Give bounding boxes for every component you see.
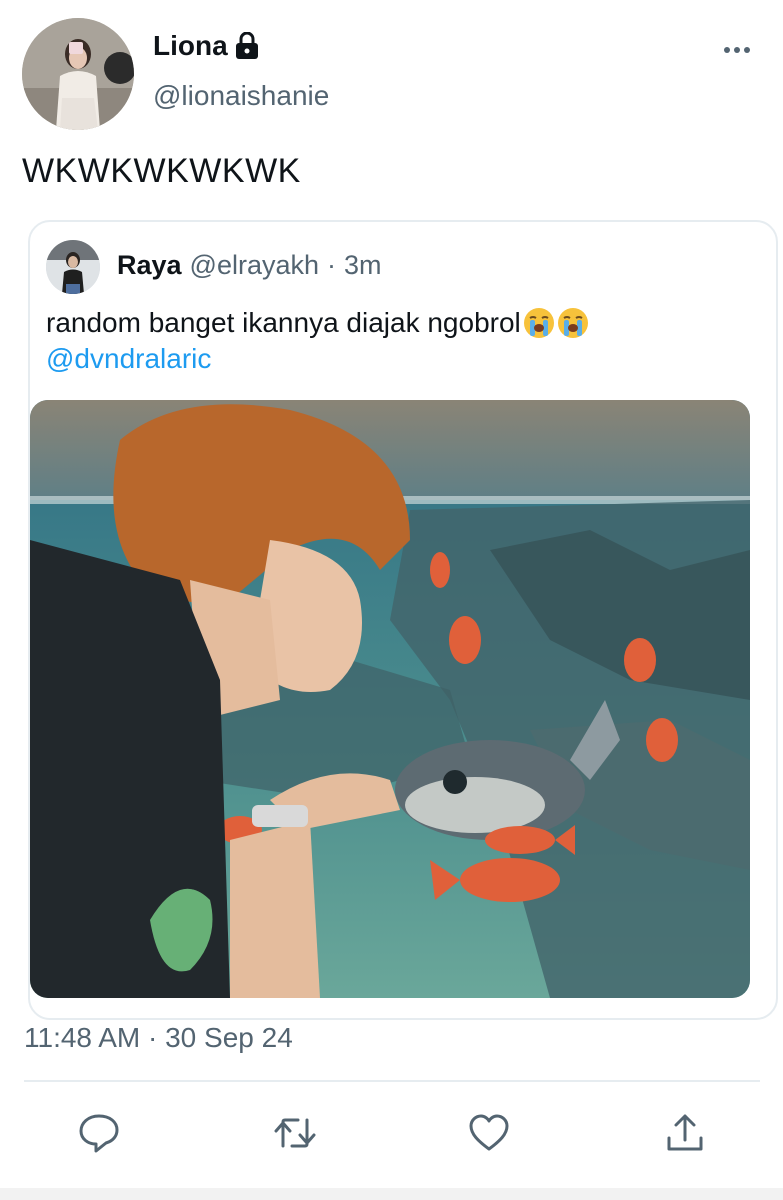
tweet-text: WKWKWKWKWK	[22, 152, 301, 190]
heart-icon[interactable]	[466, 1110, 512, 1156]
quoted-author-handle[interactable]: @elrayakh	[190, 250, 319, 281]
tweet-timestamp[interactable]: 11:48 AM · 30 Sep 24	[24, 1022, 293, 1054]
author-name[interactable]: Liona	[153, 30, 260, 62]
avatar-image	[22, 18, 134, 130]
loudly-crying-face-icon	[557, 308, 588, 338]
tweet-action-bar	[0, 1100, 783, 1170]
author-handle[interactable]: @lionaishanie	[153, 80, 329, 112]
reply-icon[interactable]	[76, 1110, 122, 1156]
loudly-crying-face-icon	[523, 308, 554, 338]
quoted-text-line: random banget ikannya diajak ngobrol	[46, 304, 589, 342]
quoted-media-photo[interactable]	[30, 400, 750, 998]
divider	[24, 1080, 760, 1082]
more-options-icon[interactable]	[722, 42, 752, 58]
bottom-edge	[0, 1188, 783, 1200]
quoted-header: Raya @elrayakh · 3m	[117, 250, 382, 281]
tweet-author-header: Liona @lionaishanie	[22, 18, 762, 130]
lock-icon	[235, 32, 258, 59]
photo-person-aquarium-image	[30, 400, 750, 998]
quoted-author-name[interactable]: Raya	[117, 250, 182, 281]
retweet-icon[interactable]	[272, 1110, 318, 1156]
quoted-avatar-image	[46, 240, 100, 294]
quoted-time[interactable]: 3m	[344, 250, 382, 281]
quoted-text: random banget ikannya diajak ngobrol	[46, 307, 521, 338]
share-icon[interactable]	[662, 1110, 708, 1156]
quoted-tweet-card[interactable]: Raya @elrayakh · 3m random banget ikanny…	[28, 220, 778, 1020]
quoted-author-avatar	[46, 240, 100, 294]
author-name-text: Liona	[153, 30, 228, 61]
author-avatar[interactable]	[22, 18, 134, 130]
quoted-separator: ·	[327, 250, 337, 280]
quoted-mention-link[interactable]: @dvndralaric	[46, 340, 211, 378]
